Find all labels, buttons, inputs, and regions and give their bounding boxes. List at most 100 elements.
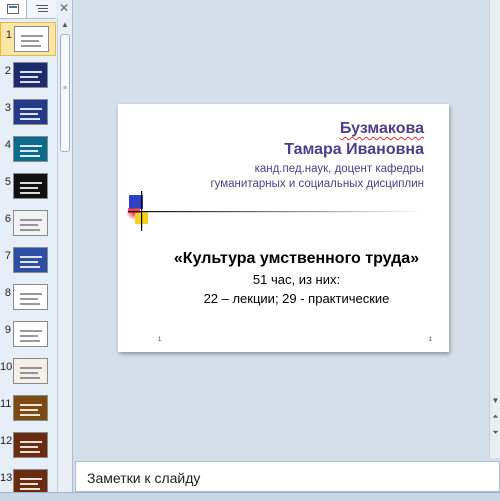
slide-preview[interactable] xyxy=(13,62,48,88)
slide-number: 13 xyxy=(0,472,13,484)
preview-text-line xyxy=(20,372,38,374)
preview-text-line xyxy=(20,404,42,406)
slide-preview[interactable] xyxy=(13,284,48,310)
slide-thumbnail-list: 1 2 3 4 5 6 7 8 9 10 11 12 13 xyxy=(0,22,56,492)
preview-text-line xyxy=(20,256,42,258)
slide-number: 3 xyxy=(4,102,11,114)
slide-thumbnail[interactable]: 12 xyxy=(0,429,56,463)
decorative-squares-graphic xyxy=(126,191,428,231)
next-slide-icon[interactable]: ⏷ xyxy=(490,428,500,438)
slide-preview[interactable] xyxy=(13,210,48,236)
notes-placeholder[interactable]: Заметки к слайду xyxy=(87,470,200,486)
preview-text-line xyxy=(21,35,43,37)
slide-number: 9 xyxy=(4,324,11,336)
corner-mark-left: 1 xyxy=(158,337,162,343)
slide-thumbnail[interactable]: 1 xyxy=(0,22,56,56)
slide-preview[interactable] xyxy=(13,173,48,199)
preview-text-line xyxy=(20,478,42,480)
notes-pane[interactable]: Заметки к слайду xyxy=(75,461,500,492)
thumbnail-scrollbar[interactable]: ▲ ≡ xyxy=(57,18,72,492)
slide-preview[interactable] xyxy=(13,432,48,458)
preview-text-line xyxy=(20,71,42,73)
preview-text-line xyxy=(21,45,41,47)
previous-slide-icon[interactable]: ⏶ xyxy=(490,412,500,422)
slide-thumbnail[interactable]: 8 xyxy=(0,281,56,315)
slide-number: 5 xyxy=(4,176,11,188)
preview-text-line xyxy=(20,113,38,115)
corner-mark-right: 1 xyxy=(428,337,432,343)
slide-preview[interactable] xyxy=(13,395,48,421)
slide-preview[interactable] xyxy=(14,26,49,52)
current-slide[interactable]: Бузмакова Тамара Ивановна канд.пед.наук,… xyxy=(118,104,449,352)
slides-pane: ✕ 1 2 3 4 5 6 7 8 9 10 11 12 13 ▲ ≡ xyxy=(0,0,73,492)
slide-number: 8 xyxy=(4,287,11,299)
preview-text-line xyxy=(20,118,40,120)
preview-text-line xyxy=(20,330,42,332)
scroll-up-arrow-icon[interactable]: ▲ xyxy=(58,18,72,32)
slide-preview[interactable] xyxy=(13,358,48,384)
slide-number: 4 xyxy=(4,139,11,151)
slide-thumbnail[interactable]: 7 xyxy=(0,244,56,278)
preview-text-line xyxy=(20,182,42,184)
preview-text-line xyxy=(20,446,38,448)
slide-title[interactable]: «Культура умственного труда» xyxy=(118,250,449,268)
preview-text-line xyxy=(20,298,38,300)
slide-number: 7 xyxy=(4,250,11,262)
slide-editor: Бузмакова Тамара Ивановна канд.пед.наук,… xyxy=(73,0,489,458)
slide-number: 10 xyxy=(0,361,13,373)
slide-preview[interactable] xyxy=(13,469,48,492)
slide-subtitle-hours[interactable]: 51 час, из них: xyxy=(118,272,449,287)
preview-text-line xyxy=(21,40,39,42)
preview-text-line xyxy=(20,192,40,194)
editor-scrollbar[interactable]: ▼ ⏶ ⏷ xyxy=(489,0,500,458)
slide-thumbnail[interactable]: 13 xyxy=(0,466,56,492)
preview-text-line xyxy=(20,303,40,305)
slide-number: 12 xyxy=(0,435,13,447)
preview-text-line xyxy=(20,145,42,147)
preview-text-line xyxy=(20,409,38,411)
preview-text-line xyxy=(20,150,38,152)
preview-text-line xyxy=(20,340,40,342)
slide-preview[interactable] xyxy=(13,99,48,125)
preview-text-line xyxy=(20,451,40,453)
author-surname[interactable]: Бузмакова xyxy=(340,120,424,138)
preview-text-line xyxy=(20,76,38,78)
slide-thumbnail[interactable]: 2 xyxy=(0,59,56,93)
preview-text-line xyxy=(20,108,42,110)
slide-number: 1 xyxy=(5,29,12,41)
preview-text-line xyxy=(20,187,38,189)
author-department[interactable]: гуманитарных и социальных дисциплин xyxy=(210,178,424,190)
preview-text-line xyxy=(20,81,40,83)
preview-text-line xyxy=(20,367,42,369)
outline-tab[interactable] xyxy=(28,0,55,18)
preview-text-line xyxy=(20,219,42,221)
slide-thumbnail[interactable]: 6 xyxy=(0,207,56,241)
preview-text-line xyxy=(20,414,40,416)
slide-number: 11 xyxy=(0,398,12,410)
outline-tab-icon xyxy=(35,5,48,12)
slide-thumbnail[interactable]: 5 xyxy=(0,170,56,204)
author-name[interactable]: Тамара Ивановна xyxy=(284,141,424,159)
scroll-down-arrow-icon[interactable]: ▼ xyxy=(490,396,500,405)
close-icon: ✕ xyxy=(58,1,70,15)
slide-subtitle-breakdown[interactable]: 22 – лекции; 29 - практические xyxy=(118,291,449,306)
slide-thumbnail[interactable]: 4 xyxy=(0,133,56,167)
scrollbar-thumb[interactable]: ≡ xyxy=(60,34,70,152)
author-degree[interactable]: канд.пед.наук, доцент кафедры xyxy=(255,163,424,175)
slide-thumbnail[interactable]: 10 xyxy=(0,355,56,389)
preview-text-line xyxy=(20,261,38,263)
slide-thumbnail[interactable]: 9 xyxy=(0,318,56,352)
slide-preview[interactable] xyxy=(13,321,48,347)
close-pane-button[interactable]: ✕ xyxy=(57,0,71,18)
slide-thumbnail[interactable]: 11 xyxy=(0,392,56,426)
slide-thumbnail[interactable]: 3 xyxy=(0,96,56,130)
slide-number: 2 xyxy=(4,65,11,77)
pane-tabs xyxy=(0,0,56,19)
preview-text-line xyxy=(20,441,42,443)
slide-preview[interactable] xyxy=(13,136,48,162)
preview-text-line xyxy=(20,155,40,157)
slide-preview[interactable] xyxy=(13,247,48,273)
slides-tab[interactable] xyxy=(0,0,27,18)
preview-text-line xyxy=(20,293,42,295)
preview-text-line xyxy=(20,335,38,337)
